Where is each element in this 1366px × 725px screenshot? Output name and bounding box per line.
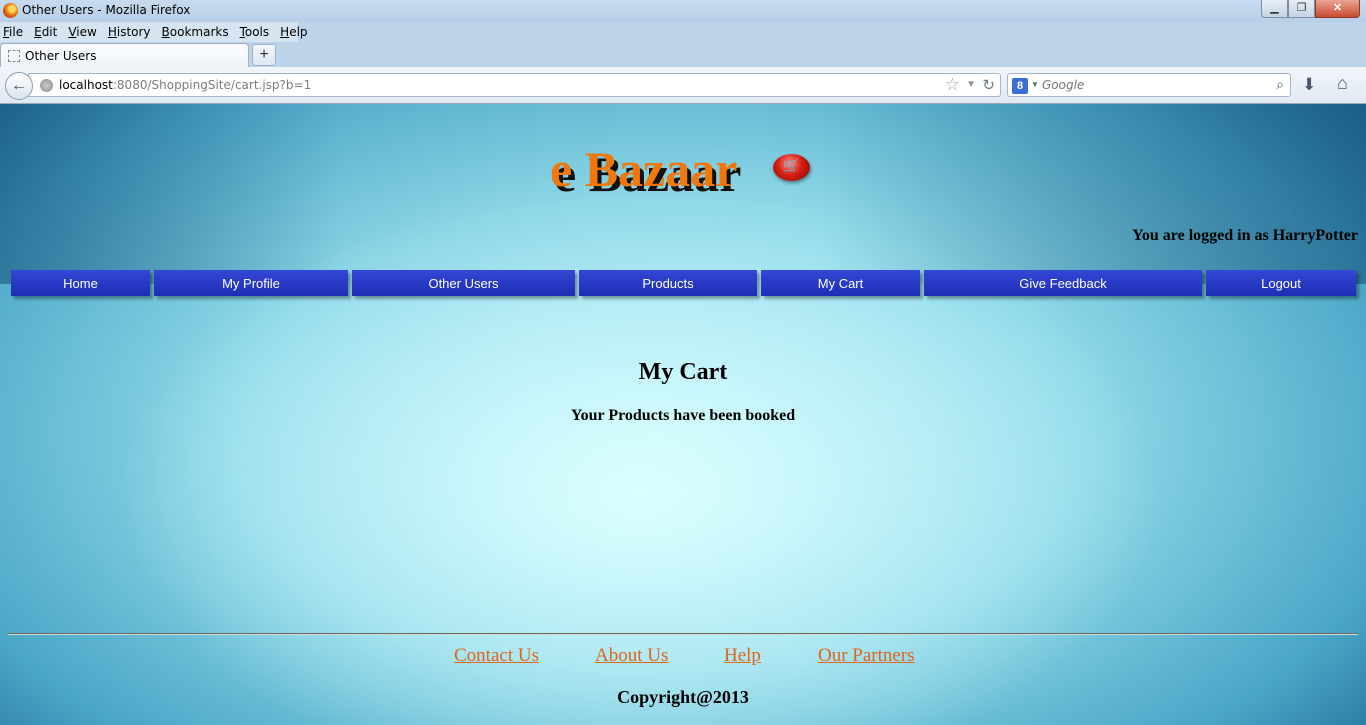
minimize-button[interactable]: ▁: [1261, 0, 1288, 18]
menu-view[interactable]: View: [68, 25, 96, 39]
footer-links: Contact Us About Us Help Our Partners: [0, 645, 1366, 669]
shopping-cart-logo-icon: 🛒: [773, 154, 810, 181]
nav-give-feedback[interactable]: Give Feedback: [924, 270, 1202, 296]
menu-history[interactable]: History: [108, 25, 151, 39]
footer-divider: [8, 633, 1358, 635]
footer-link-about-us[interactable]: About Us: [595, 645, 668, 667]
url-history-dropdown-icon[interactable]: ▼: [966, 79, 976, 90]
search-bar[interactable]: 8 ▼ ⌕: [1007, 73, 1291, 97]
footer-link-contact-us[interactable]: Contact Us: [454, 645, 539, 667]
window-title: Other Users - Mozilla Firefox: [22, 3, 191, 17]
nav-home[interactable]: Home: [11, 270, 150, 296]
new-tab-button[interactable]: +: [252, 44, 276, 66]
back-arrow-icon[interactable]: ←: [5, 72, 33, 100]
login-status: You are logged in as HarryPotter: [1132, 227, 1358, 244]
search-engine-icon[interactable]: 8: [1012, 78, 1028, 94]
nav-logout[interactable]: Logout: [1206, 270, 1356, 296]
nav-products[interactable]: Products: [579, 270, 757, 296]
navigation-toolbar: ← localhost:8080/ShoppingSite/cart.jsp?b…: [0, 67, 1366, 104]
search-magnifier-icon[interactable]: ⌕: [1276, 76, 1284, 93]
main-nav: Home My Profile Other Users Products My …: [11, 270, 1356, 296]
firefox-logo-icon: [3, 3, 18, 18]
menu-bar: File Edit View History Bookmarks Tools H…: [0, 22, 308, 42]
url-host: localhost: [59, 78, 113, 92]
site-logo-text: e Bazaar: [550, 141, 738, 197]
booking-confirmation-message: Your Products have been booked: [570, 407, 796, 424]
footer-link-our-partners[interactable]: Our Partners: [818, 645, 915, 667]
maximize-button[interactable]: ❐: [1288, 0, 1315, 18]
cart-glyph: 🛒: [782, 158, 801, 174]
search-engine-dropdown-icon[interactable]: ▼: [1031, 80, 1039, 89]
page-content: e Bazaar 🛒 You are logged in as HarryPot…: [0, 104, 1366, 725]
reload-icon[interactable]: ↻: [982, 76, 995, 94]
browser-tab[interactable]: Other Users: [0, 43, 249, 68]
window-controls: ▁ ❐ ✕: [1261, 0, 1360, 18]
page-favicon-icon: [8, 50, 20, 62]
url-text[interactable]: localhost:8080/ShoppingSite/cart.jsp?b=1: [59, 78, 311, 92]
page-title: My Cart: [638, 359, 728, 385]
home-icon[interactable]: ⌂: [1337, 73, 1348, 94]
menu-help[interactable]: Help: [280, 25, 307, 39]
address-bar[interactable]: localhost:8080/ShoppingSite/cart.jsp?b=1…: [28, 73, 1001, 97]
menu-file[interactable]: File: [3, 25, 23, 39]
window-titlebar: Other Users - Mozilla Firefox ▁ ❐ ✕: [0, 0, 1366, 22]
menu-edit[interactable]: Edit: [34, 25, 57, 39]
menu-tools[interactable]: Tools: [240, 25, 270, 39]
menu-bookmarks[interactable]: Bookmarks: [162, 25, 229, 39]
bookmark-star-icon[interactable]: ☆: [945, 75, 960, 95]
url-path: :8080/ShoppingSite/cart.jsp?b=1: [112, 78, 312, 92]
tab-label: Other Users: [25, 49, 97, 63]
copyright: Copyright@2013: [617, 687, 749, 707]
nav-my-profile[interactable]: My Profile: [154, 270, 348, 296]
footer-link-help[interactable]: Help: [724, 645, 761, 667]
downloads-arrow-icon[interactable]: ⬇: [1302, 75, 1316, 95]
close-button[interactable]: ✕: [1315, 0, 1360, 18]
site-identity-globe-icon[interactable]: [40, 79, 53, 92]
nav-my-cart[interactable]: My Cart: [761, 270, 920, 296]
nav-other-users[interactable]: Other Users: [352, 270, 575, 296]
tab-strip: Other Users +: [0, 42, 1366, 68]
search-input[interactable]: [1042, 77, 1267, 93]
